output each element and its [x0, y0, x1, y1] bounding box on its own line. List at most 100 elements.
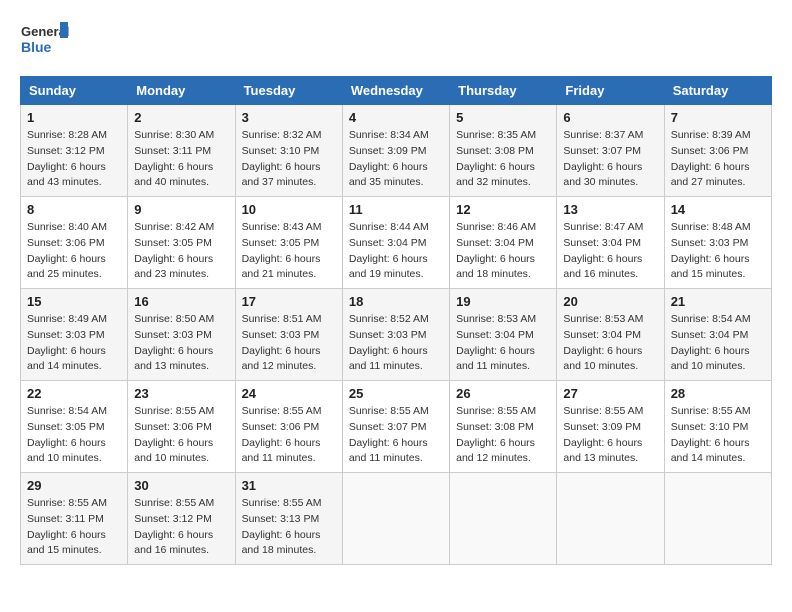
day-info: Sunrise: 8:37 AMSunset: 3:07 PMDaylight:…: [563, 128, 657, 191]
day-number: 7: [671, 110, 765, 125]
calendar-cell: [450, 473, 557, 565]
day-number: 19: [456, 294, 550, 309]
day-info: Sunrise: 8:55 AMSunset: 3:12 PMDaylight:…: [134, 496, 228, 559]
day-number: 26: [456, 386, 550, 401]
day-number: 30: [134, 478, 228, 493]
calendar-week-3: 15 Sunrise: 8:49 AMSunset: 3:03 PMDayligh…: [21, 289, 772, 381]
day-info: Sunrise: 8:32 AMSunset: 3:10 PMDaylight:…: [242, 128, 336, 191]
day-number: 11: [349, 202, 443, 217]
day-number: 1: [27, 110, 121, 125]
day-info: Sunrise: 8:47 AMSunset: 3:04 PMDaylight:…: [563, 220, 657, 283]
calendar-cell: 25Sunrise: 8:55 AMSunset: 3:07 PMDayligh…: [342, 381, 449, 473]
day-info: Sunrise: 8:40 AMSunset: 3:06 PMDaylight:…: [27, 220, 121, 283]
logo: General Blue: [20, 20, 70, 60]
calendar-cell: 24Sunrise: 8:55 AMSunset: 3:06 PMDayligh…: [235, 381, 342, 473]
day-header-monday: Monday: [128, 77, 235, 105]
day-number: 3: [242, 110, 336, 125]
day-number: 12: [456, 202, 550, 217]
calendar-cell: 7 Sunrise: 8:39 AMSunset: 3:06 PMDaylight…: [664, 105, 771, 197]
day-info: Sunrise: 8:53 AMSunset: 3:04 PMDaylight:…: [456, 312, 550, 375]
calendar-cell: 2 Sunrise: 8:30 AMSunset: 3:11 PMDaylight…: [128, 105, 235, 197]
calendar-cell: 4 Sunrise: 8:34 AMSunset: 3:09 PMDaylight…: [342, 105, 449, 197]
calendar-cell: 10 Sunrise: 8:43 AMSunset: 3:05 PMDayligh…: [235, 197, 342, 289]
day-info: Sunrise: 8:55 AMSunset: 3:08 PMDaylight:…: [456, 404, 550, 467]
calendar-body: 1 Sunrise: 8:28 AMSunset: 3:12 PMDaylight…: [21, 105, 772, 565]
day-header-sunday: Sunday: [21, 77, 128, 105]
calendar-cell: 14 Sunrise: 8:48 AMSunset: 3:03 PMDayligh…: [664, 197, 771, 289]
day-header-thursday: Thursday: [450, 77, 557, 105]
calendar-cell: 21Sunrise: 8:54 AMSunset: 3:04 PMDayligh…: [664, 289, 771, 381]
calendar-cell: [557, 473, 664, 565]
calendar-cell: 23 Sunrise: 8:55 AMSunset: 3:06 PMDayligh…: [128, 381, 235, 473]
day-info: Sunrise: 8:28 AMSunset: 3:12 PMDaylight:…: [27, 128, 121, 191]
day-number: 31: [242, 478, 336, 493]
calendar-cell: 8 Sunrise: 8:40 AMSunset: 3:06 PMDaylight…: [21, 197, 128, 289]
calendar-cell: [664, 473, 771, 565]
calendar-cell: 3 Sunrise: 8:32 AMSunset: 3:10 PMDaylight…: [235, 105, 342, 197]
calendar-table: SundayMondayTuesdayWednesdayThursdayFrid…: [20, 76, 772, 565]
day-info: Sunrise: 8:48 AMSunset: 3:03 PMDaylight:…: [671, 220, 765, 283]
calendar-cell: 30 Sunrise: 8:55 AMSunset: 3:12 PMDayligh…: [128, 473, 235, 565]
day-number: 5: [456, 110, 550, 125]
day-info: Sunrise: 8:44 AMSunset: 3:04 PMDaylight:…: [349, 220, 443, 283]
day-number: 21: [671, 294, 765, 309]
day-info: Sunrise: 8:55 AMSunset: 3:13 PMDaylight:…: [242, 496, 336, 559]
day-number: 14: [671, 202, 765, 217]
calendar-week-2: 8 Sunrise: 8:40 AMSunset: 3:06 PMDaylight…: [21, 197, 772, 289]
calendar-cell: 31 Sunrise: 8:55 AMSunset: 3:13 PMDayligh…: [235, 473, 342, 565]
calendar-cell: 6 Sunrise: 8:37 AMSunset: 3:07 PMDaylight…: [557, 105, 664, 197]
day-info: Sunrise: 8:53 AMSunset: 3:04 PMDaylight:…: [563, 312, 657, 375]
day-info: Sunrise: 8:35 AMSunset: 3:08 PMDaylight:…: [456, 128, 550, 191]
day-info: Sunrise: 8:30 AMSunset: 3:11 PMDaylight:…: [134, 128, 228, 191]
day-number: 23: [134, 386, 228, 401]
day-number: 29: [27, 478, 121, 493]
day-info: Sunrise: 8:51 AMSunset: 3:03 PMDaylight:…: [242, 312, 336, 375]
day-info: Sunrise: 8:42 AMSunset: 3:05 PMDaylight:…: [134, 220, 228, 283]
calendar-week-4: 22Sunrise: 8:54 AMSunset: 3:05 PMDayligh…: [21, 381, 772, 473]
day-info: Sunrise: 8:46 AMSunset: 3:04 PMDaylight:…: [456, 220, 550, 283]
day-number: 2: [134, 110, 228, 125]
day-number: 13: [563, 202, 657, 217]
calendar-cell: 28 Sunrise: 8:55 AMSunset: 3:10 PMDayligh…: [664, 381, 771, 473]
day-info: Sunrise: 8:49 AMSunset: 3:03 PMDaylight:…: [27, 312, 121, 375]
day-number: 17: [242, 294, 336, 309]
day-info: Sunrise: 8:55 AMSunset: 3:06 PMDaylight:…: [134, 404, 228, 467]
calendar-cell: [342, 473, 449, 565]
svg-text:Blue: Blue: [21, 39, 52, 55]
day-number: 4: [349, 110, 443, 125]
calendar-cell: 9Sunrise: 8:42 AMSunset: 3:05 PMDaylight…: [128, 197, 235, 289]
calendar-cell: 5 Sunrise: 8:35 AMSunset: 3:08 PMDaylight…: [450, 105, 557, 197]
day-info: Sunrise: 8:55 AMSunset: 3:09 PMDaylight:…: [563, 404, 657, 467]
day-info: Sunrise: 8:50 AMSunset: 3:03 PMDaylight:…: [134, 312, 228, 375]
calendar-cell: 16Sunrise: 8:50 AMSunset: 3:03 PMDayligh…: [128, 289, 235, 381]
day-number: 25: [349, 386, 443, 401]
day-number: 20: [563, 294, 657, 309]
day-number: 6: [563, 110, 657, 125]
page-header: General Blue: [20, 20, 772, 60]
calendar-week-5: 29 Sunrise: 8:55 AMSunset: 3:11 PMDayligh…: [21, 473, 772, 565]
calendar-cell: 26 Sunrise: 8:55 AMSunset: 3:08 PMDayligh…: [450, 381, 557, 473]
day-number: 8: [27, 202, 121, 217]
calendar-cell: 11 Sunrise: 8:44 AMSunset: 3:04 PMDayligh…: [342, 197, 449, 289]
calendar-cell: 20 Sunrise: 8:53 AMSunset: 3:04 PMDayligh…: [557, 289, 664, 381]
day-number: 28: [671, 386, 765, 401]
day-header-saturday: Saturday: [664, 77, 771, 105]
day-header-wednesday: Wednesday: [342, 77, 449, 105]
calendar-cell: 17 Sunrise: 8:51 AMSunset: 3:03 PMDayligh…: [235, 289, 342, 381]
day-number: 27: [563, 386, 657, 401]
day-info: Sunrise: 8:52 AMSunset: 3:03 PMDaylight:…: [349, 312, 443, 375]
day-info: Sunrise: 8:39 AMSunset: 3:06 PMDaylight:…: [671, 128, 765, 191]
day-number: 10: [242, 202, 336, 217]
day-number: 15: [27, 294, 121, 309]
calendar-cell: 1 Sunrise: 8:28 AMSunset: 3:12 PMDaylight…: [21, 105, 128, 197]
calendar-week-1: 1 Sunrise: 8:28 AMSunset: 3:12 PMDaylight…: [21, 105, 772, 197]
day-info: Sunrise: 8:54 AMSunset: 3:05 PMDaylight:…: [27, 404, 121, 467]
calendar-cell: 15 Sunrise: 8:49 AMSunset: 3:03 PMDayligh…: [21, 289, 128, 381]
calendar-header: SundayMondayTuesdayWednesdayThursdayFrid…: [21, 77, 772, 105]
day-info: Sunrise: 8:43 AMSunset: 3:05 PMDaylight:…: [242, 220, 336, 283]
day-info: Sunrise: 8:55 AMSunset: 3:10 PMDaylight:…: [671, 404, 765, 467]
day-info: Sunrise: 8:55 AMSunset: 3:11 PMDaylight:…: [27, 496, 121, 559]
calendar-cell: 27 Sunrise: 8:55 AMSunset: 3:09 PMDayligh…: [557, 381, 664, 473]
calendar-cell: 12 Sunrise: 8:46 AMSunset: 3:04 PMDayligh…: [450, 197, 557, 289]
day-info: Sunrise: 8:34 AMSunset: 3:09 PMDaylight:…: [349, 128, 443, 191]
